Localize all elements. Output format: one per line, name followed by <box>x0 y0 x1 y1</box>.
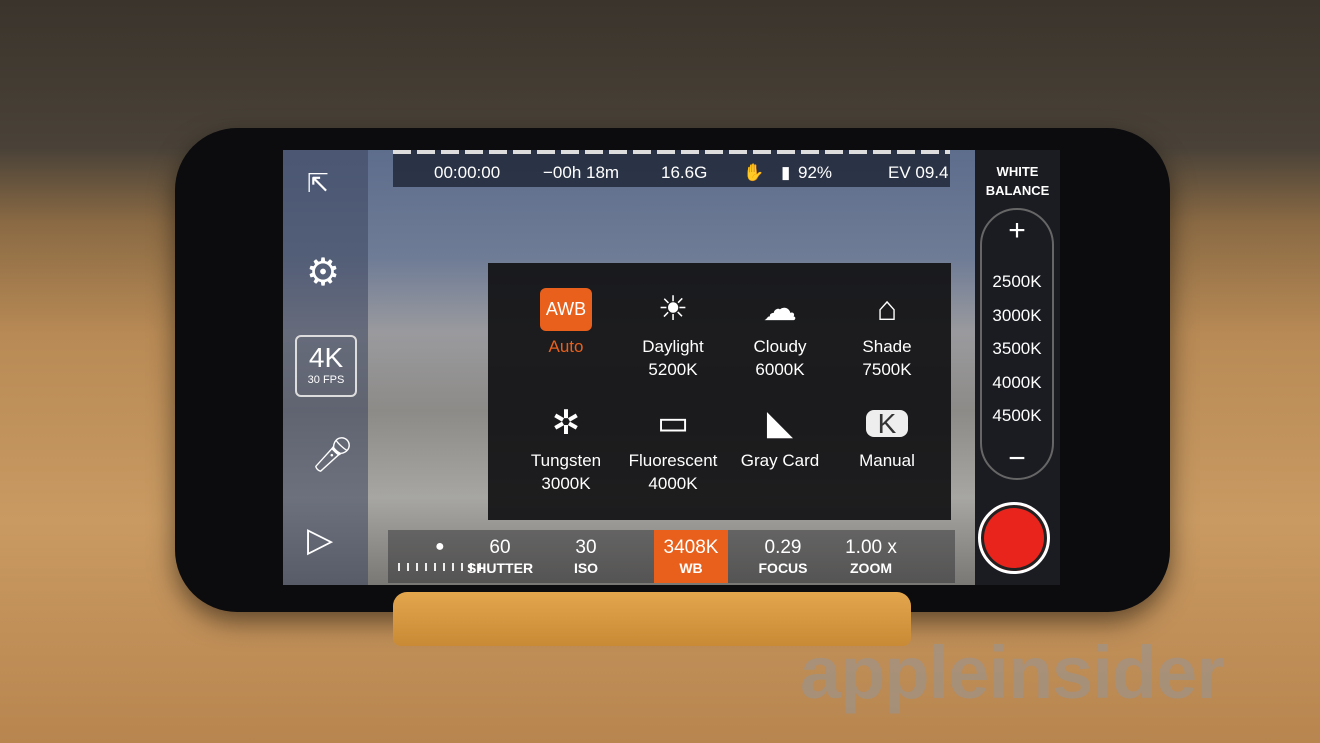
left-toolbar: ⇱ ⚙ 4K 30 FPS 🎤︎ ▷ <box>283 150 368 585</box>
record-button[interactable] <box>978 502 1050 574</box>
play-icon[interactable]: ▷ <box>307 520 333 560</box>
daylight-icon: ☀ <box>618 283 728 335</box>
wb-preset-fluorescent[interactable]: ▭ Fluorescent 4000K <box>618 397 728 495</box>
preset-label: Shade <box>862 337 912 356</box>
temp-mark[interactable]: 3000K <box>982 306 1052 326</box>
control-value: 3408K <box>663 537 719 558</box>
control-label: ISO <box>573 560 599 576</box>
icon-glyph: ⌂ <box>876 289 898 328</box>
white-balance-popup: AWB Auto ☀ Daylight 5200K ☁ Cloudy 6000K ⌂ Shade 7… <box>488 263 951 520</box>
preset-temp: 6000K <box>755 360 805 379</box>
icon-glyph: ✲ <box>551 403 581 442</box>
preset-label: Auto <box>548 337 584 356</box>
control-zoom[interactable]: 1.00 x ZOOM <box>826 538 916 578</box>
decrease-button[interactable]: − <box>982 442 1052 476</box>
wb-preset-shade[interactable]: ⌂ Shade 7500K <box>832 283 942 381</box>
camera-screen: ⇱ ⚙ 4K 30 FPS 🎤︎ ▷ 00:00:00 −00h 18m 16.… <box>283 150 1060 585</box>
control-wb[interactable]: 3408K WB <box>654 530 728 583</box>
wb-slider[interactable]: + 2500K 3000K 3500K 4000K 4500K − <box>980 208 1054 480</box>
control-shutter[interactable]: 60 SHUTTER <box>455 538 545 578</box>
wb-preset-tungsten[interactable]: ✲ Tungsten 3000K <box>511 397 621 495</box>
timecode: 00:00:00 <box>434 163 501 182</box>
preset-label: Fluorescent <box>628 451 718 470</box>
title-line: BALANCE <box>985 183 1050 198</box>
fps-label: 30 FPS <box>307 374 345 386</box>
preset-label: Manual <box>859 451 915 470</box>
control-value: 1.00 x <box>845 537 897 558</box>
status-bar: 00:00:00 −00h 18m 16.6G ✋ ▮ 92% EV 09.4 <box>393 150 950 187</box>
storage: 16.6G <box>661 163 708 182</box>
audio-meter <box>393 150 950 154</box>
microphone-icon[interactable]: 🎤︎ <box>311 435 354 475</box>
ev-value: EV 09.4 <box>888 163 949 182</box>
temp-mark[interactable]: 4000K <box>982 373 1052 393</box>
battery-icon: ▮ <box>781 163 791 182</box>
control-label: SHUTTER <box>466 560 534 576</box>
control-label: ZOOM <box>850 560 892 576</box>
fluorescent-icon: ▭ <box>618 397 728 449</box>
preset-label: Gray Card <box>740 451 820 470</box>
temp-mark[interactable]: 4500K <box>982 406 1052 426</box>
preset-temp: 7500K <box>862 360 912 379</box>
panel-title: WHITE BALANCE <box>975 162 1060 200</box>
icon-glyph: ☁ <box>763 289 797 328</box>
preset-temp: 4000K <box>648 474 698 493</box>
control-value: 0.29 <box>764 537 802 558</box>
watermark: appleinsider <box>800 631 1225 714</box>
bottom-controls: ● 60 SHUTTER 30 ISO 3408K WB 0.29 FOCUS 1.00 x ZO… <box>388 530 955 583</box>
preset-temp: 5200K <box>648 360 698 379</box>
icon-glyph: ☀ <box>657 289 689 328</box>
tungsten-icon: ✲ <box>511 397 621 449</box>
control-focus[interactable]: 0.29 FOCUS <box>738 538 828 578</box>
control-iso[interactable]: 30 ISO <box>541 538 631 578</box>
icon-glyph: ▭ <box>656 403 690 442</box>
gray-card-icon: ◣ <box>725 397 835 449</box>
collapse-icon[interactable]: ⇱ <box>307 168 329 199</box>
gear-icon[interactable]: ⚙ <box>306 250 340 295</box>
wb-preset-cloudy[interactable]: ☁ Cloudy 6000K <box>725 283 835 381</box>
manual-icon: K <box>832 397 942 449</box>
title-line: WHITE <box>996 164 1039 179</box>
wb-preset-manual[interactable]: K Manual <box>832 397 942 472</box>
stabilization-icon: ✋ <box>743 163 765 182</box>
preset-label: Cloudy <box>753 337 807 356</box>
increase-button[interactable]: + <box>982 214 1052 248</box>
battery-level: 92% <box>798 163 833 182</box>
time-remaining: −00h 18m <box>543 163 620 182</box>
resolution-button[interactable]: 4K 30 FPS <box>295 335 357 397</box>
preset-temp: 3000K <box>541 474 591 493</box>
wb-preset-auto[interactable]: AWB Auto <box>511 283 621 358</box>
preset-label: Daylight <box>642 337 704 356</box>
resolution-label: 4K <box>308 342 344 373</box>
control-label: FOCUS <box>758 560 808 576</box>
shade-icon: ⌂ <box>832 283 942 335</box>
exposure-pin-icon: ● <box>435 538 445 555</box>
temp-mark[interactable]: 2500K <box>982 272 1052 292</box>
control-value: 60 <box>489 537 511 558</box>
cloudy-icon: ☁ <box>725 283 835 335</box>
icon-glyph: AWB <box>539 287 593 331</box>
right-panel: WHITE BALANCE + 2500K 3000K 3500K 4000K 4500… <box>975 150 1060 585</box>
wb-preset-gray-card[interactable]: ◣ Gray Card <box>725 397 835 472</box>
control-value: 30 <box>575 537 597 558</box>
temp-mark[interactable]: 3500K <box>982 339 1052 359</box>
preset-label: Tungsten <box>530 451 602 470</box>
icon-glyph: ◣ <box>766 403 794 442</box>
icon-glyph: K <box>865 409 909 437</box>
auto-icon: AWB <box>511 283 621 335</box>
control-label: WB <box>679 560 703 576</box>
wb-preset-daylight[interactable]: ☀ Daylight 5200K <box>618 283 728 381</box>
